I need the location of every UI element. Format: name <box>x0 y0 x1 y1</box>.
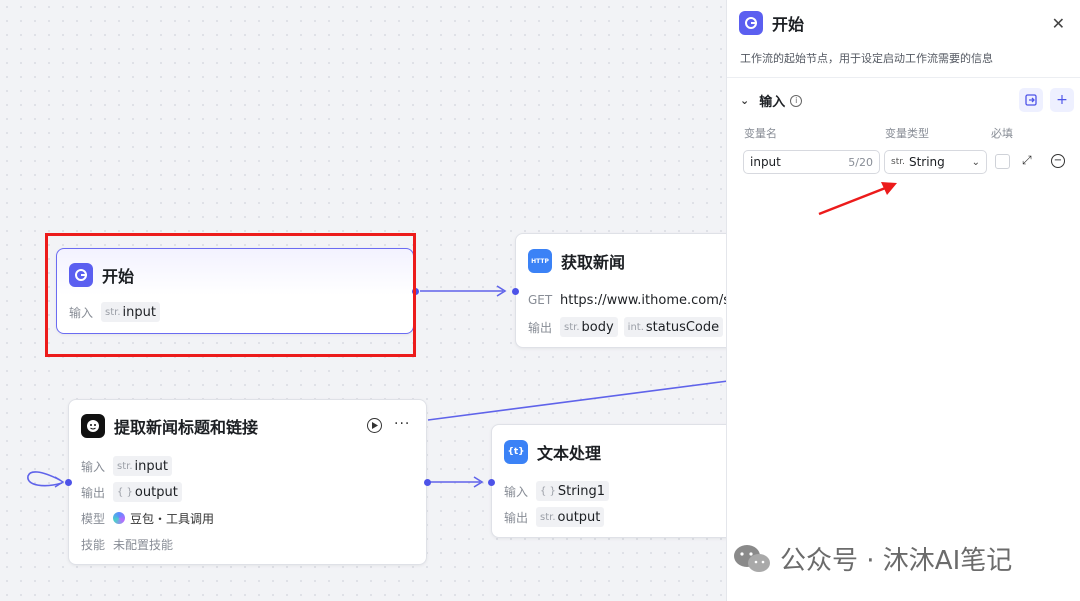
input-port[interactable] <box>488 479 495 486</box>
section-title: 输入 <box>759 95 786 110</box>
url-text: https://www.ithome.com/sear <box>560 292 752 308</box>
input-label: 输入 <box>81 459 106 474</box>
highlight-box <box>45 233 416 357</box>
column-name-label: 变量名 <box>744 127 777 140</box>
edge-arrowhead <box>54 476 65 488</box>
add-variable-button[interactable]: + <box>1050 88 1074 112</box>
doubao-icon <box>113 512 125 524</box>
variable-tag: { } output <box>113 482 182 502</box>
variable-name-value: input <box>750 155 781 169</box>
expand-icon[interactable]: ⤢ <box>1022 153 1032 168</box>
model-value: 豆包・工具调用 <box>130 511 215 526</box>
variable-tag: { } String1 <box>536 481 609 501</box>
char-counter: 5/20 <box>848 155 873 169</box>
chevron-down-icon[interactable]: ⌄ <box>740 94 749 107</box>
variable-tag: int. statusCode <box>623 317 724 337</box>
wechat-icon <box>734 544 770 572</box>
workflow-canvas[interactable]: 开始 输入 str. input HTTP 获取新闻 GET https://ww… <box>0 0 1080 601</box>
required-checkbox[interactable] <box>995 154 1010 169</box>
input-label: 输入 <box>504 484 529 499</box>
output-label: 输出 <box>81 485 106 500</box>
skill-label: 技能 <box>81 537 106 552</box>
http-node-title: 获取新闻 <box>561 253 626 272</box>
import-button[interactable] <box>1019 88 1043 112</box>
node-config-panel: 开始 ✕ 工作流的起始节点，用于设定启动工作流需要的信息 ⌄ 输入 i + 变量… <box>726 0 1080 601</box>
panel-title: 开始 <box>772 15 805 34</box>
close-icon[interactable]: ✕ <box>1052 14 1065 33</box>
output-label: 输出 <box>528 320 553 335</box>
http-node[interactable]: HTTP 获取新闻 GET https://www.ithome.com/sea… <box>512 233 755 348</box>
input-section-header[interactable]: ⌄ 输入 i <box>740 91 803 110</box>
output-label: 输出 <box>504 510 529 525</box>
edge-arrowhead <box>473 476 484 488</box>
divider <box>727 77 1080 78</box>
text-process-node[interactable]: {t} 文本处理 输入 { } String1 输出 str. output <box>488 424 751 538</box>
variable-tag: str. body <box>560 317 618 337</box>
remove-variable-icon[interactable]: − <box>1051 154 1065 168</box>
input-port[interactable] <box>65 479 72 486</box>
llm-node-title: 提取新闻标题和链接 <box>114 418 259 437</box>
text-process-node-title: 文本处理 <box>537 444 602 463</box>
panel-description: 工作流的起始节点，用于设定启动工作流需要的信息 <box>740 52 993 65</box>
llm-icon <box>81 414 105 438</box>
chevron-down-icon: ⌄ <box>971 156 980 168</box>
column-required-label: 必填 <box>991 127 1013 140</box>
start-node-icon <box>739 11 763 35</box>
llm-node[interactable]: 提取新闻标题和链接 ··· 输入 str. input 输出 { } output … <box>65 399 431 565</box>
variable-tag: str. output <box>536 507 605 527</box>
input-port[interactable] <box>512 288 519 295</box>
run-icon[interactable] <box>367 418 382 433</box>
http-icon: HTTP <box>528 249 552 273</box>
edge-arrowhead <box>496 285 507 297</box>
text-process-icon: {t} <box>504 440 528 464</box>
column-type-label: 变量类型 <box>885 127 929 140</box>
watermark-text: 公众号 · 沐沐AI笔记 <box>780 546 1013 576</box>
variable-type-select[interactable]: str. String ⌄ <box>884 150 987 174</box>
info-icon[interactable]: i <box>790 94 803 107</box>
variable-tag: str. input <box>113 456 172 476</box>
variable-name-input[interactable]: input 5/20 <box>743 150 880 174</box>
annotation-arrow <box>818 182 897 216</box>
skill-value: 未配置技能 <box>113 537 174 552</box>
edge-http-to-llm <box>427 380 729 421</box>
output-port[interactable] <box>424 479 431 486</box>
more-icon[interactable]: ··· <box>394 416 410 432</box>
model-label: 模型 <box>81 511 106 526</box>
edge-loop-into-llm <box>27 471 63 487</box>
watermark: 公众号 · 沐沐AI笔记 <box>732 540 1012 577</box>
variable-type-value: String <box>908 155 945 169</box>
method-label: GET <box>528 293 553 307</box>
